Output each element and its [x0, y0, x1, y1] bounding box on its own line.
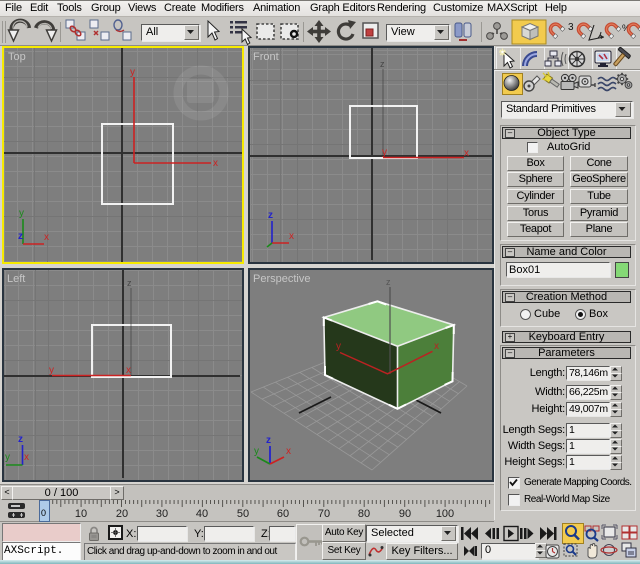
svg-text:z: z	[127, 278, 132, 288]
svg-text:x: x	[44, 232, 49, 243]
svg-text:x: x	[126, 365, 131, 376]
svg-text:z: z	[18, 434, 23, 445]
svg-text:x: x	[24, 452, 29, 463]
svg-text:20: 20	[116, 508, 128, 520]
svg-text:x: x	[213, 158, 218, 169]
svg-text:3: 3	[568, 22, 574, 33]
svg-text:70: 70	[318, 508, 330, 520]
svg-text:90: 90	[399, 508, 411, 520]
svg-text:40: 40	[196, 508, 208, 520]
svg-text:30: 30	[156, 508, 168, 520]
svg-text:y: y	[49, 365, 54, 376]
svg-text:x: x	[289, 231, 294, 242]
svg-text:y: y	[336, 341, 341, 352]
svg-text:10: 10	[75, 508, 87, 520]
svg-text:z: z	[386, 277, 391, 287]
svg-text:y: y	[130, 67, 135, 78]
svg-text:Top: Top	[8, 51, 26, 63]
svg-text:Front: Front	[253, 51, 279, 63]
svg-text:60: 60	[277, 508, 289, 520]
svg-text:y: y	[19, 208, 24, 219]
svg-text:z: z	[18, 231, 23, 242]
svg-text:Left: Left	[7, 273, 25, 285]
svg-text:100: 100	[436, 508, 454, 520]
svg-text:y: y	[382, 147, 387, 158]
svg-text:y: y	[5, 452, 10, 463]
svg-text:80: 80	[358, 508, 370, 520]
svg-text:x: x	[464, 148, 469, 159]
svg-text:y: y	[254, 446, 259, 457]
svg-text:z: z	[268, 210, 273, 221]
svg-text:Perspective: Perspective	[253, 273, 310, 285]
svg-text:x: x	[434, 341, 439, 352]
svg-text:z: z	[266, 435, 271, 446]
svg-text:x: x	[286, 446, 291, 457]
svg-text:z: z	[380, 59, 385, 69]
svg-text:50: 50	[237, 508, 249, 520]
